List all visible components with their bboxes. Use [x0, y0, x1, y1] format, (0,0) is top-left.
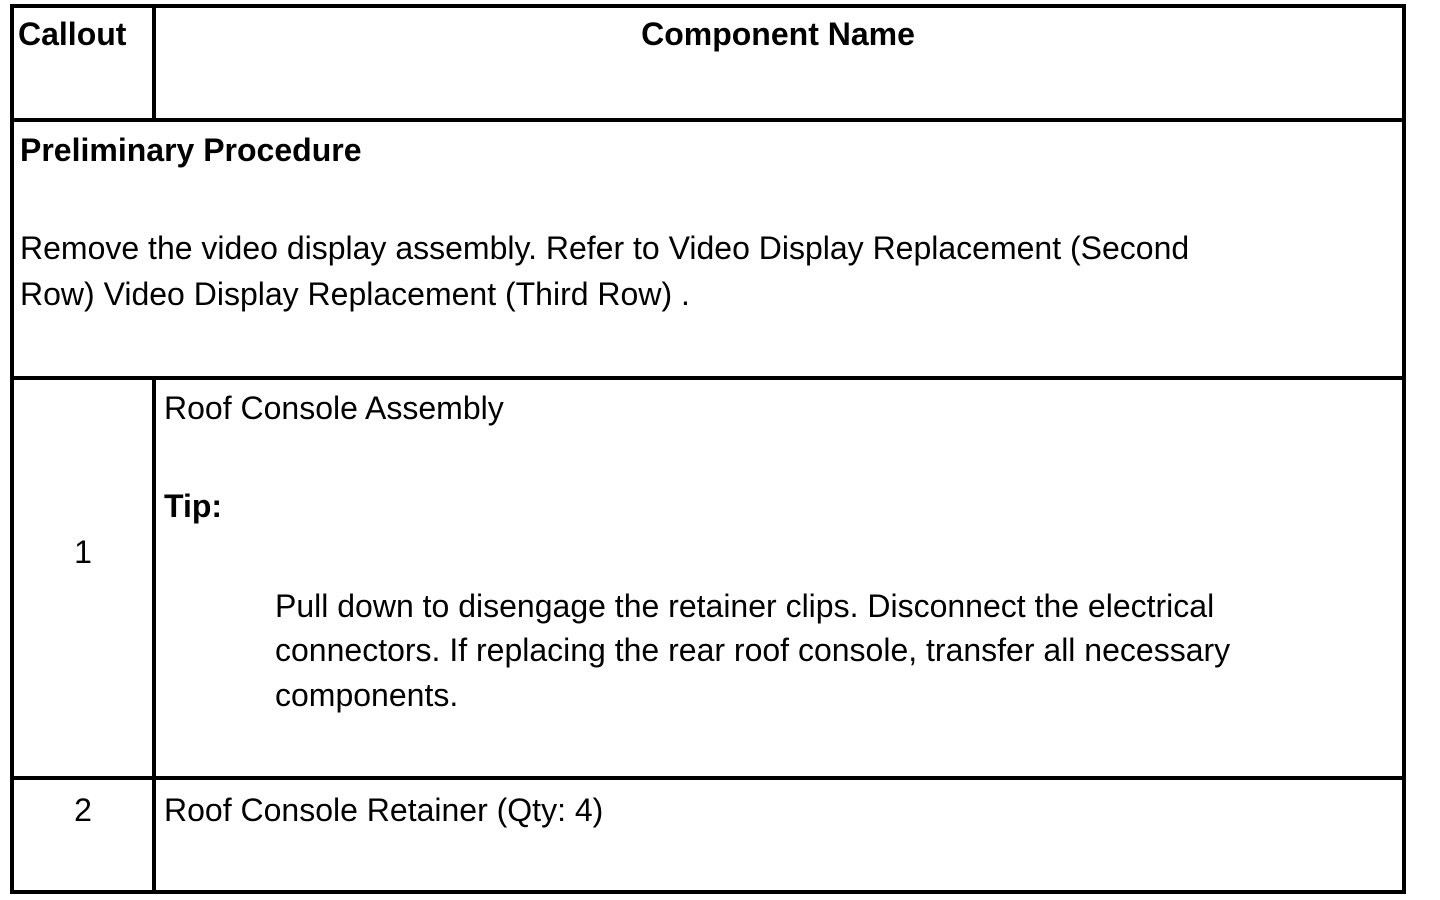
- row-1-tip-line3: components.: [275, 677, 459, 713]
- preliminary-text-line1: Remove the video display assembly. Refer…: [20, 230, 1190, 266]
- header-callout: Callout: [18, 16, 127, 52]
- row-2-callout: 2: [74, 792, 92, 828]
- preliminary-divider: [14, 376, 1402, 380]
- row-1-tip-label: Tip:: [164, 488, 223, 524]
- header-component-name: Component Name: [641, 16, 915, 52]
- preliminary-text-line2: Row) Video Display Replacement (Third Ro…: [20, 276, 690, 312]
- column-divider-body: [152, 378, 156, 890]
- row-divider: [14, 776, 1402, 780]
- row-2-component-name: Roof Console Retainer (Qty: 4): [164, 792, 604, 828]
- procedure-table: Callout Component Name Preliminary Proce…: [10, 4, 1406, 894]
- row-1-component-name: Roof Console Assembly: [164, 390, 504, 426]
- header-divider: [14, 118, 1402, 122]
- row-1-tip-line2: connectors. If replacing the rear roof c…: [275, 632, 1231, 668]
- column-divider-header: [152, 8, 156, 120]
- preliminary-title: Preliminary Procedure: [20, 132, 362, 168]
- row-1-callout: 1: [74, 534, 92, 570]
- row-1-tip-line1: Pull down to disengage the retainer clip…: [275, 588, 1215, 624]
